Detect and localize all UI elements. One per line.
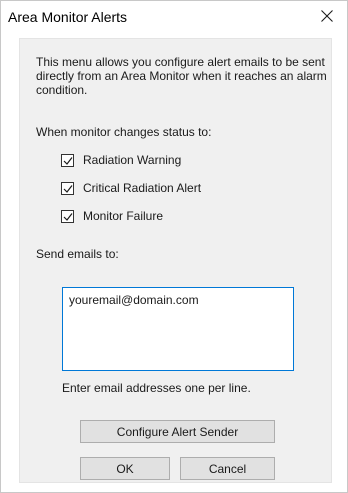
- email-addresses-input[interactable]: youremail@domain.com: [62, 287, 294, 371]
- email-section-label: Send emails to:: [36, 247, 119, 261]
- cancel-button[interactable]: Cancel: [180, 457, 275, 480]
- radiation-warning-checkbox[interactable]: [61, 154, 74, 167]
- email-hint-text: Enter email addresses one per line.: [62, 381, 251, 395]
- checkmark-icon: [63, 157, 73, 165]
- radiation-warning-label: Radiation Warning: [83, 153, 182, 167]
- critical-radiation-alert-label: Critical Radiation Alert: [83, 181, 202, 195]
- checkmark-icon: [63, 185, 73, 193]
- checkmark-icon: [63, 213, 73, 221]
- status-section-label: When monitor changes status to:: [36, 125, 212, 139]
- close-button[interactable]: [307, 1, 347, 32]
- critical-radiation-alert-checkbox[interactable]: [61, 182, 74, 195]
- dialog-title: Area Monitor Alerts: [8, 9, 128, 25]
- configure-alert-sender-button[interactable]: Configure Alert Sender: [80, 420, 275, 443]
- dialog-content: This menu allows you configure alert ema…: [19, 38, 332, 483]
- description-text: This menu allows you configure alert ema…: [36, 55, 327, 97]
- monitor-failure-checkbox[interactable]: [61, 210, 74, 223]
- ok-button[interactable]: OK: [80, 457, 170, 480]
- monitor-failure-label: Monitor Failure: [83, 209, 164, 223]
- dialog-window: Area Monitor Alerts This menu allows you…: [0, 0, 348, 493]
- title-bar: Area Monitor Alerts: [1, 1, 347, 32]
- close-icon: [321, 10, 333, 22]
